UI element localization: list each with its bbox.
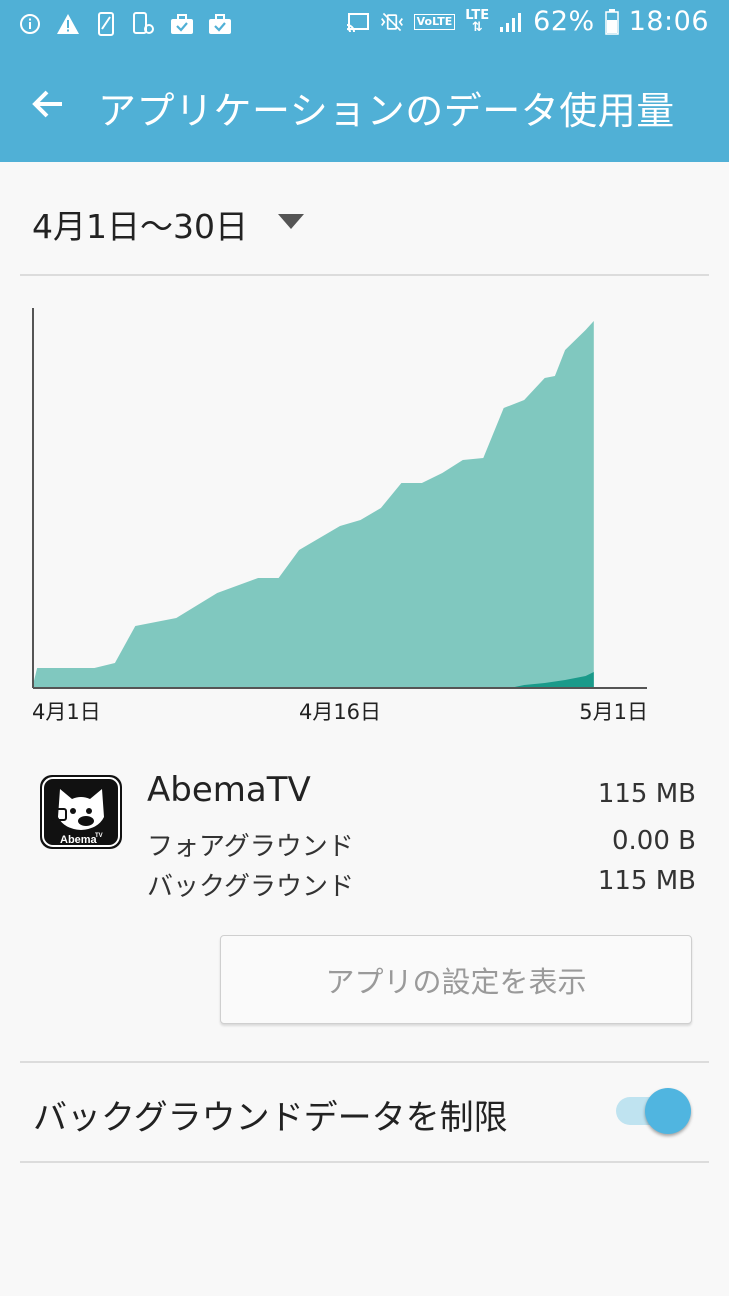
restrict-background-label: バックグラウンドデータを制限 — [33, 1098, 508, 1138]
date-range-selector[interactable]: 4月1日〜30日 — [0, 162, 729, 274]
app-total-usage: 115 MB — [597, 779, 696, 809]
usage-area-series-1 — [33, 321, 594, 688]
volte-icon: VoLTE — [413, 13, 456, 30]
battery-percent: 62% — [533, 6, 595, 37]
icon-brand-text: Abema — [60, 834, 98, 846]
divider — [20, 1061, 709, 1063]
clock: 18:06 — [628, 6, 709, 37]
arrow-back-icon — [32, 90, 62, 118]
usage-chart: 4月1日 4月16日 5月1日 — [0, 300, 729, 730]
abematv-app-icon: Abema TV — [38, 773, 124, 851]
info-icon — [18, 11, 42, 37]
vibrate-mute-icon — [380, 9, 404, 35]
x-tick-label: 5月1日 — [579, 700, 648, 724]
lte-icon: LTE ⇅ — [465, 7, 490, 35]
x-tick-label: 4月16日 — [298, 700, 382, 724]
system-icons: VoLTE LTE ⇅ 62% 18:06 — [346, 6, 709, 37]
app-bar: アプリケーションのデータ使用量 — [0, 50, 729, 162]
warning-icon — [56, 11, 80, 37]
icon-brand-sup: TV — [95, 833, 103, 839]
date-range-label: 4月1日〜30日 — [32, 207, 248, 246]
triangle-down-icon — [278, 214, 304, 229]
notification-icons — [18, 11, 232, 37]
page-title: アプリケーションのデータ使用量 — [98, 89, 675, 133]
view-app-settings-button[interactable]: アプリの設定を表示 — [220, 935, 692, 1024]
background-label: バックグラウンド — [147, 872, 354, 902]
toggle-thumb[interactable] — [645, 1088, 691, 1134]
battery-icon — [604, 8, 619, 35]
status-bar: VoLTE LTE ⇅ 62% 18:06 — [0, 0, 729, 50]
lte-label: LTE — [465, 7, 490, 23]
signal-icon — [499, 9, 523, 35]
x-tick-label: 4月1日 — [32, 700, 101, 724]
foreground-value: 0.00 B — [612, 826, 696, 856]
app-name: AbemaTV — [147, 770, 311, 810]
cast-icon — [346, 9, 370, 35]
briefcase-check-icon — [208, 11, 232, 37]
usage-chart-svg — [32, 308, 647, 689]
divider — [20, 1161, 709, 1163]
device-settings-icon — [132, 11, 156, 37]
divider — [20, 274, 709, 276]
background-value: 115 MB — [597, 866, 696, 896]
briefcase-check-icon — [170, 11, 194, 37]
back-button[interactable] — [28, 84, 68, 124]
foreground-label: フォアグラウンド — [147, 832, 354, 862]
phone-icon — [94, 11, 118, 37]
